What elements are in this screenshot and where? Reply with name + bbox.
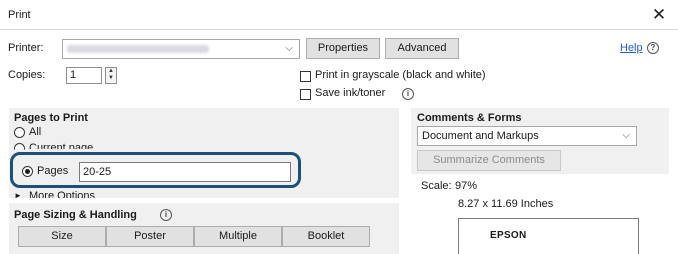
close-icon[interactable]: ✕: [648, 4, 670, 26]
save-ink-label: Save ink/toner: [315, 87, 386, 99]
stepper-up-icon[interactable]: ▲: [106, 68, 116, 75]
radio-current-page-label: Current page: [29, 142, 94, 149]
grayscale-checkbox[interactable]: [300, 71, 311, 82]
info-icon[interactable]: i: [160, 209, 172, 221]
comments-forms-heading: Comments & Forms: [417, 112, 522, 124]
help-link[interactable]: Help: [620, 42, 643, 54]
radio-all-label: All: [29, 126, 42, 138]
page-sizing-heading: Page Sizing & Handling: [14, 209, 137, 221]
page-preview: EPSON: [458, 218, 639, 254]
help-icon[interactable]: ?: [647, 42, 659, 54]
copies-label: Copies:: [8, 69, 46, 81]
comments-forms-value: Document and Markups: [422, 130, 539, 142]
scale-value: 97%: [455, 180, 478, 192]
printer-settings: Printer: ⌵ Properties Advanced Help ? Co…: [0, 31, 678, 108]
info-icon[interactable]: i: [402, 88, 414, 100]
preview-brand-logo: EPSON: [490, 230, 527, 241]
scale-label: Scale:: [421, 180, 452, 192]
comments-forms-select[interactable]: Document and Markups ⌵: [417, 126, 637, 146]
title-bar: Print ✕: [0, 0, 678, 30]
pages-to-print-heading: Pages to Print: [14, 112, 88, 124]
multiple-button[interactable]: Multiple: [194, 226, 282, 247]
pages-highlight-callout: [10, 152, 301, 188]
advanced-button[interactable]: Advanced: [385, 38, 459, 59]
more-options-icon[interactable]: ►: [14, 191, 22, 200]
size-button[interactable]: Size: [18, 226, 106, 247]
more-options-label[interactable]: More Options: [29, 190, 95, 198]
chevron-down-icon: ⌵: [285, 43, 293, 54]
radio-all[interactable]: [14, 127, 25, 138]
save-ink-checkbox[interactable]: [300, 89, 311, 100]
stepper-down-icon[interactable]: ▼: [106, 75, 116, 82]
grayscale-label: Print in grayscale (black and white): [315, 69, 486, 81]
copies-stepper[interactable]: ▲ ▼: [105, 67, 117, 84]
properties-button[interactable]: Properties: [306, 38, 380, 59]
printer-name-redacted: [67, 45, 209, 53]
booklet-button[interactable]: Booklet: [282, 226, 370, 247]
printer-select[interactable]: ⌵: [62, 39, 300, 59]
poster-button[interactable]: Poster: [106, 226, 194, 247]
page-size-readout: 8.27 x 11.69 Inches: [458, 198, 554, 210]
summarize-comments-button[interactable]: Summarize Comments: [417, 150, 561, 171]
copies-input[interactable]: 1: [66, 67, 102, 84]
chevron-down-icon: ⌵: [622, 130, 630, 141]
printer-label: Printer:: [8, 42, 44, 54]
window-title: Print: [8, 9, 31, 21]
